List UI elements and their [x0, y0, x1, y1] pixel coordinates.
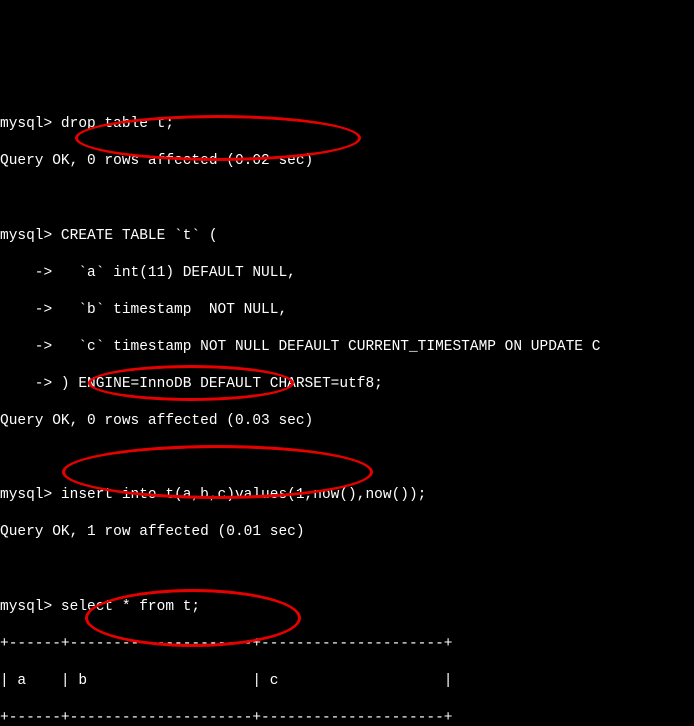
line-create-table: mysql> CREATE TABLE `t` (: [0, 227, 694, 246]
terminal-output: mysql> drop table t; Query OK, 0 rows af…: [0, 93, 694, 726]
line-select-1: mysql> select * from t;: [0, 598, 694, 617]
line-blank-2: [0, 449, 694, 468]
line-create-result: Query OK, 0 rows affected (0.03 sec): [0, 412, 694, 431]
line-blank: [0, 189, 694, 208]
line-tbl1-border-mid: +------+---------------------+----------…: [0, 709, 694, 726]
line-blank-3: [0, 560, 694, 579]
line-col-b: -> `b` timestamp NOT NULL,: [0, 301, 694, 320]
line-engine: -> ) ENGINE=InnoDB DEFAULT CHARSET=utf8;: [0, 375, 694, 394]
line-insert-result: Query OK, 1 row affected (0.01 sec): [0, 523, 694, 542]
line-col-a: -> `a` int(11) DEFAULT NULL,: [0, 264, 694, 283]
line-insert: mysql> insert into t(a,b,c)values(1,now(…: [0, 486, 694, 505]
line-drop-result: Query OK, 0 rows affected (0.02 sec): [0, 152, 694, 171]
line-drop-table: mysql> drop table t;: [0, 115, 694, 134]
line-tbl1-header: | a | b | c |: [0, 672, 694, 691]
line-col-c: -> `c` timestamp NOT NULL DEFAULT CURREN…: [0, 338, 694, 357]
line-tbl1-border-top: +------+---------------------+----------…: [0, 635, 694, 654]
